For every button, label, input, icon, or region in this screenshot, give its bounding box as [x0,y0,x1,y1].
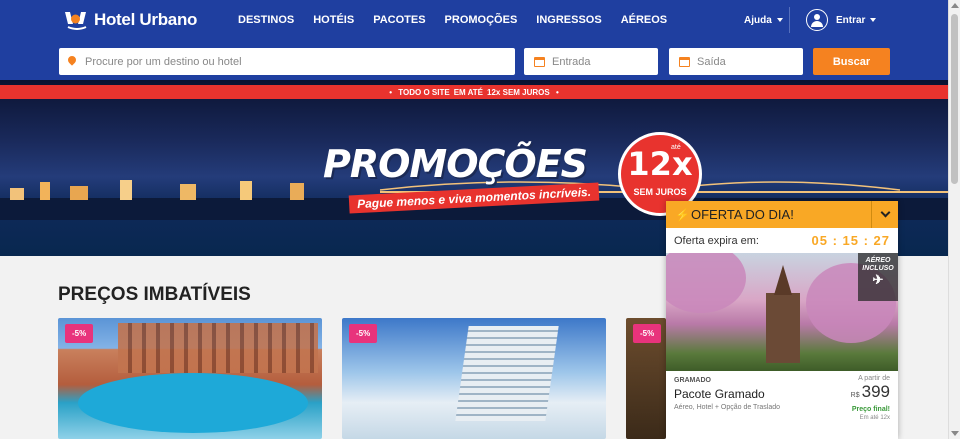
price-value: 399 [861,382,890,401]
nav-hoteis[interactable]: HOTÉIS [313,14,354,26]
hotel-image [455,326,559,421]
nav-ingressos[interactable]: INGRESSOS [536,14,601,26]
logo-text: Hotel Urbano [94,10,198,29]
checkin-placeholder: Entrada [552,55,591,68]
offer-countdown: Oferta expira em: 05 : 15 : 27 [666,228,898,253]
scroll-up-icon[interactable] [951,3,959,8]
offer-price: A partir de R$ 399 Preço final! Em até 12… [851,375,890,421]
strip-prefix: TODO O SITE [398,87,450,97]
login-menu[interactable]: Entrar [836,15,877,26]
section-title: PREÇOS IMBATÍVEIS [58,284,251,305]
currency-label: R$ [850,392,860,399]
hotel-image [118,323,318,373]
top-navbar: Hotel Urbano DESTINOS HOTÉIS PACOTES PRO… [0,0,948,41]
tag-line1: AÉREO [865,257,891,264]
page-scrollbar[interactable] [948,0,960,439]
destination-input[interactable]: Procure por um destino ou hotel [59,48,515,75]
discount-badge: -5% [349,324,378,343]
help-label: Ajuda [744,15,772,26]
divider [789,7,790,33]
calendar-icon [534,57,545,67]
main-nav: DESTINOS HOTÉIS PACOTES PROMOÇÕES INGRES… [238,14,686,26]
strip-highlight: 12x SEM JUROS [487,87,550,97]
location-pin-icon [66,54,78,66]
nav-promocoes[interactable]: PROMOÇÕES [445,14,518,26]
calendar-icon [679,57,690,67]
logo-icon [65,12,87,30]
chevron-down-icon [880,207,890,218]
discount-badge: -5% [65,324,94,343]
offer-header[interactable]: ⚡ OFERTA DO DIA! [666,201,898,228]
tag-line2: INCLUSO [862,265,894,272]
deal-of-the-day-widget[interactable]: ⚡ OFERTA DO DIA! Oferta expira em: 05 : … [666,201,898,439]
final-price-label: Preço final! [851,406,890,413]
deal-card[interactable]: -5% [626,318,666,439]
church-shape [766,265,800,363]
airplane-icon: ✈ [872,272,884,287]
lightning-icon: ⚡ [675,207,690,222]
nav-pacotes[interactable]: PACOTES [373,14,425,26]
blossom-shape [666,253,746,313]
checkout-input[interactable]: Saída [669,48,803,75]
badge-number: 12x [627,145,693,183]
strip-mid: EM ATÉ [453,87,484,97]
user-icon[interactable] [806,9,828,31]
scroll-down-icon[interactable] [951,431,959,436]
flight-included-tag: AÉREO INCLUSO ✈ [858,253,898,301]
nav-aereos[interactable]: AÉREOS [621,14,667,26]
offer-image[interactable]: AÉREO INCLUSO ✈ [666,253,898,371]
countdown-timer: 05 : 15 : 27 [811,233,890,248]
search-button[interactable]: Buscar [813,48,890,75]
promo-headline: PROMOÇÕES [323,142,588,186]
badge-text: SEM JUROS [633,187,687,197]
offer-title: OFERTA DO DIA! [691,207,794,222]
promo-strip: • TODO O SITE EM ATÉ 12x SEM JUROS • [0,85,948,99]
deal-card[interactable]: -5% [342,318,606,439]
destination-placeholder: Procure por um destino ou hotel [85,55,242,68]
help-menu[interactable]: Ajuda [744,15,783,26]
chevron-down-icon [870,18,877,23]
search-bar: Procure por um destino ou hotel Entrada … [0,41,948,80]
deal-card[interactable]: -5% [58,318,322,439]
installments-label: Em até 12x [859,415,890,421]
logo[interactable]: Hotel Urbano [64,10,197,30]
discount-badge: -5% [633,324,662,343]
nav-destinos[interactable]: DESTINOS [238,14,294,26]
chevron-down-icon [776,18,783,23]
checkout-placeholder: Saída [697,55,726,68]
scrollbar-thumb[interactable] [951,14,958,184]
expires-label: Oferta expira em: [674,234,759,247]
pool-image [78,373,308,433]
collapse-button[interactable] [871,201,898,228]
offer-info: GRAMADO Pacote Gramado Aéreo, Hotel + Op… [666,371,898,439]
from-label: A partir de [858,375,890,382]
checkin-input[interactable]: Entrada [524,48,658,75]
login-label: Entrar [836,15,866,26]
